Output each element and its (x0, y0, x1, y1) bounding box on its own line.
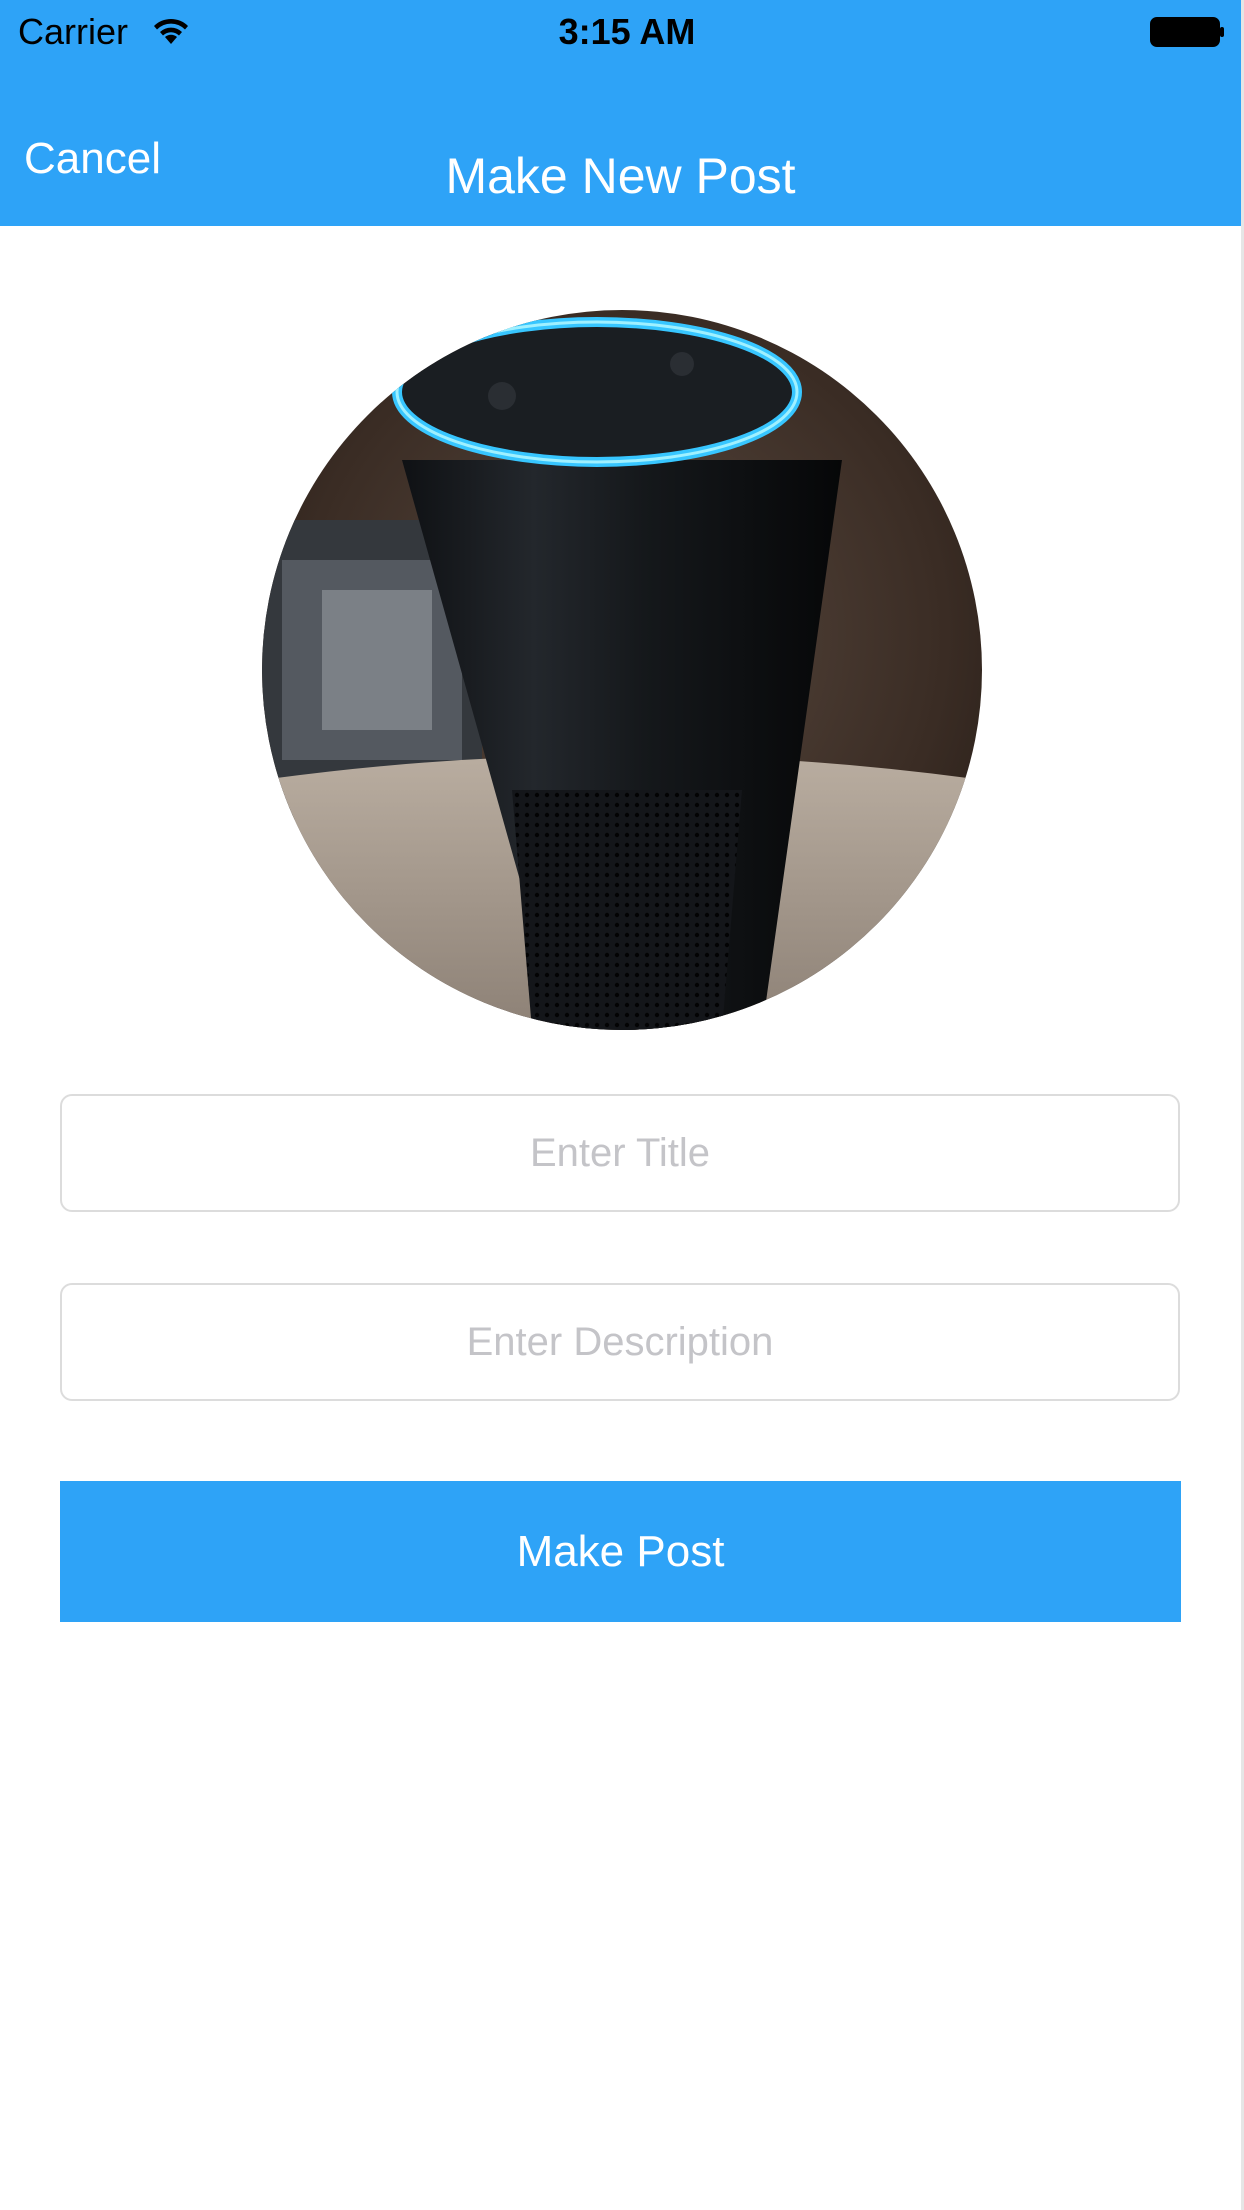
post-image[interactable] (262, 310, 982, 1030)
title-field[interactable] (60, 1094, 1180, 1212)
title-input[interactable] (62, 1096, 1178, 1210)
description-input[interactable] (62, 1285, 1178, 1399)
navigation-bar: Carrier 3:15 AM Cancel Make New Post (0, 0, 1241, 226)
status-time: 3:15 AM (558, 11, 696, 52)
make-post-screen: Carrier 3:15 AM Cancel Make New Post Ent… (0, 0, 1244, 2210)
battery-icon (1150, 16, 1226, 48)
status-bar: Carrier 3:15 AM (0, 0, 1241, 64)
page-title: Make New Post (445, 148, 796, 204)
description-field[interactable] (60, 1283, 1180, 1401)
make-post-button[interactable]: Make Post (60, 1481, 1181, 1622)
